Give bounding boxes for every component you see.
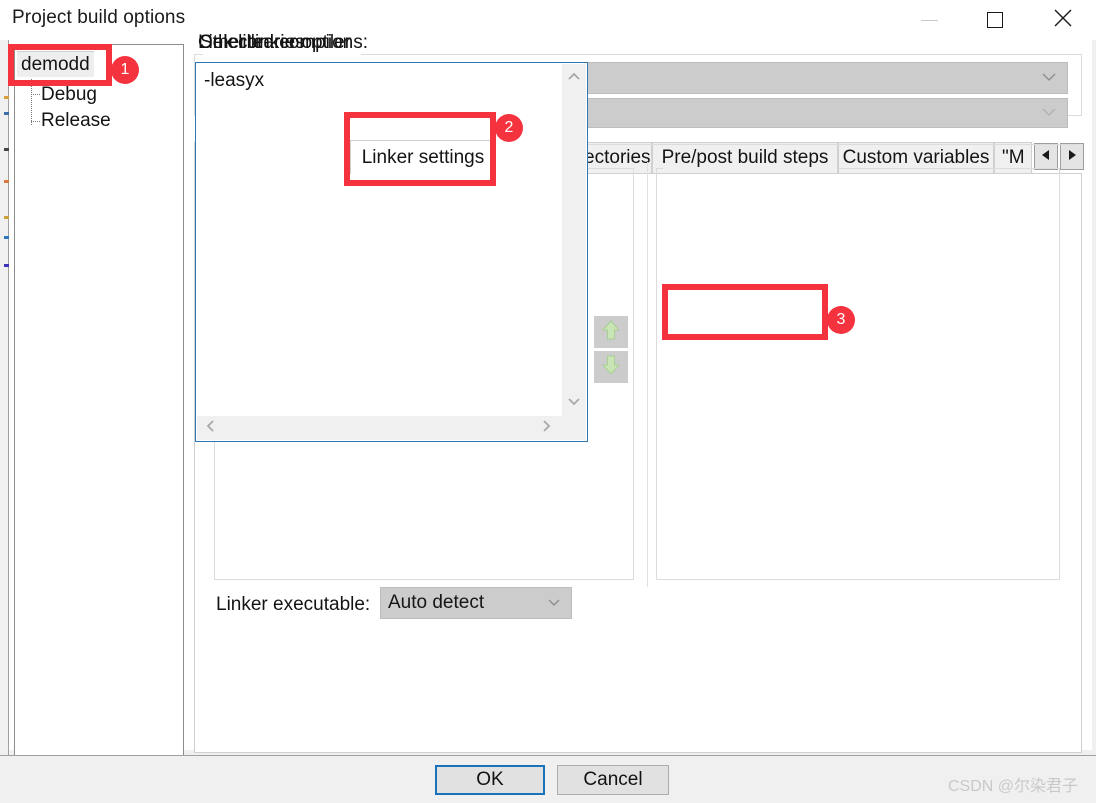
linker-executable-dropdown[interactable]: Auto detect — [380, 587, 572, 619]
maximize-icon — [987, 12, 1003, 28]
other-linker-options-textarea[interactable]: -leasyx — [195, 62, 588, 442]
cancel-button[interactable]: Cancel — [557, 765, 669, 795]
move-up-button[interactable] — [594, 316, 628, 348]
project-targets-tree[interactable]: demodd Debug Release — [14, 44, 184, 782]
pane-divider — [647, 162, 648, 587]
tree-item-release[interactable]: Release — [41, 108, 111, 134]
watermark: CSDN @尔染君子 — [948, 778, 1079, 795]
tree-item-demodd[interactable]: demodd — [17, 51, 94, 77]
chevron-down-icon — [567, 393, 581, 411]
chevron-up-icon — [567, 69, 581, 87]
edge-artifact — [4, 96, 9, 99]
dialog-footer: OK Cancel — [0, 755, 1096, 803]
other-linker-options-label: Other linker options: — [198, 32, 369, 53]
edge-artifact — [4, 264, 9, 267]
chevron-down-icon — [1041, 104, 1057, 122]
tab-linker-settings[interactable]: Linker settings — [350, 140, 496, 174]
chevron-down-icon — [547, 594, 561, 612]
other-linker-options-value: -leasyx — [204, 70, 265, 91]
chevron-left-icon — [206, 419, 216, 438]
scroll-left-button[interactable] — [199, 416, 223, 440]
tab-label: "M — [1002, 147, 1025, 168]
chevron-down-icon — [1041, 69, 1057, 87]
tab-label: Pre/post build steps — [661, 147, 829, 168]
options-content: Selected compiler GNU GCC Compiler Compi… — [190, 32, 1092, 782]
dialog-body: demodd Debug Release Selected compiler G… — [0, 32, 1096, 782]
chevron-right-icon — [541, 419, 551, 438]
tree-item-label: demodd — [21, 53, 90, 75]
tree-line — [31, 79, 32, 125]
minimize-icon — [920, 19, 938, 21]
scroll-down-button[interactable] — [562, 390, 586, 414]
linker-executable-value: Auto detect — [388, 592, 485, 613]
close-icon — [1053, 8, 1073, 33]
tree-line — [31, 121, 40, 122]
project-build-options-dialog: Project build options demodd Debug Relea… — [0, 0, 1096, 803]
triangle-left-icon — [1041, 148, 1051, 166]
edge-artifact — [4, 112, 9, 115]
move-down-button[interactable] — [594, 351, 628, 383]
tree-line — [31, 94, 40, 95]
scroll-right-button[interactable] — [534, 416, 558, 440]
tab-label: Custom variables — [842, 147, 990, 168]
arrow-down-icon — [601, 354, 621, 381]
vertical-scrollbar[interactable] — [562, 64, 586, 416]
horizontal-scrollbar[interactable] — [197, 416, 586, 440]
window-title: Project build options — [12, 7, 186, 28]
cancel-button-label: Cancel — [583, 769, 643, 790]
scroll-up-button[interactable] — [562, 66, 586, 90]
edge-artifact — [4, 148, 9, 151]
triangle-right-icon — [1067, 148, 1077, 166]
tree-item-debug[interactable]: Debug — [41, 82, 97, 108]
other-linker-options-group — [656, 168, 1060, 580]
tab-label: Linker settings — [361, 146, 485, 168]
edge-artifact — [4, 180, 9, 183]
window-edge-strip — [0, 40, 9, 755]
edge-artifact — [4, 216, 9, 219]
title-bar: Project build options — [0, 0, 1096, 40]
tree-item-label: Release — [41, 110, 111, 131]
maximize-button[interactable] — [972, 0, 1018, 40]
ok-button[interactable]: OK — [435, 765, 545, 795]
close-button[interactable] — [1040, 0, 1086, 40]
tree-item-label: Debug — [41, 84, 97, 105]
edge-artifact — [4, 236, 9, 239]
minimize-button[interactable] — [906, 0, 952, 40]
linker-executable-label: Linker executable: — [216, 594, 371, 615]
ok-button-label: OK — [476, 769, 504, 790]
arrow-up-icon — [601, 319, 621, 346]
tab-scroll-left-button[interactable] — [1034, 143, 1058, 170]
tab-scroll-right-button[interactable] — [1060, 143, 1084, 170]
